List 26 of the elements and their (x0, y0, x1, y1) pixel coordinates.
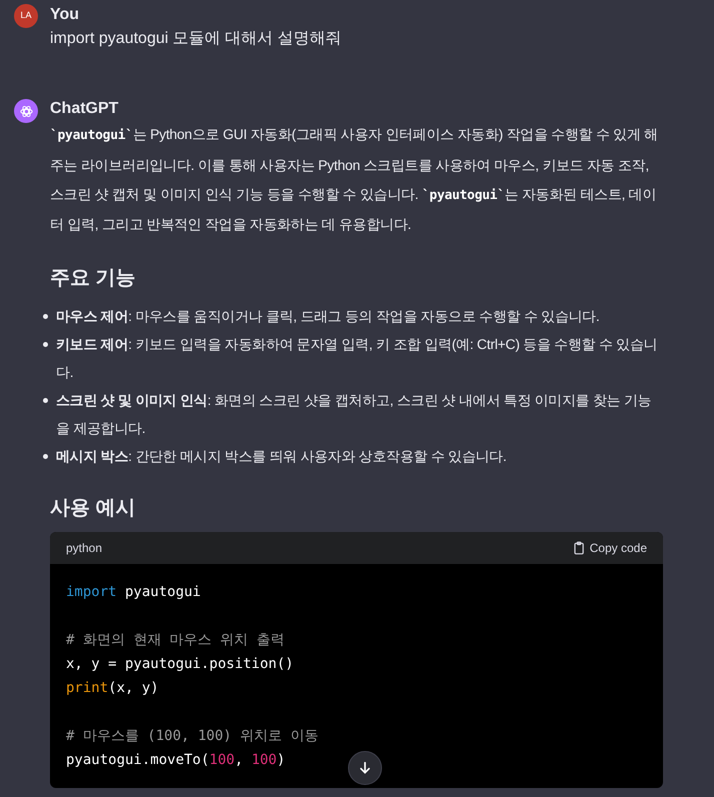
code-line: pyautogui.moveTo(100, 100) (66, 751, 286, 770)
author-name: You (50, 5, 80, 25)
user-avatar: LA (14, 4, 38, 28)
copy-code-button[interactable]: Copy code (572, 539, 647, 558)
arrow-down-icon (357, 760, 373, 776)
code-line: # 화면의 현재 마우스 위치 출력 (66, 631, 285, 650)
feature-item: 스크린 샷 및 이미지 인식: 화면의 스크린 샷을 캡처하고, 스크린 샷 내에서 특정 이미지를 찾는 기능을 제공합니다. (56, 391, 652, 438)
bullet-icon (43, 342, 48, 348)
code-language: python (66, 540, 102, 558)
answer-paragraph: `pyautogui`는 Python으로 GUI 자동화(그래픽 사용자 인터페이스 자동화) 작업을 수행할 수 있게 해주는 라이브러리입니다. 이를 통해 사용자는 Python 스크립트를 사용하여 마우스, 키보드 자동 조작, 스크린 샷 캡처 및 이미지 인식 기능 등을 수행할 수 있습니다. `pyautogui`는 자동화된 테스트, 데이터 입력, 그리고 반복적인 작업을 자동화하는 데 유용합니다. (50, 125, 659, 234)
feature-item: 메시지 박스: 간단한 메시지 박스를 띄워 사용자와 상호작용할 수 있습니다. (56, 447, 506, 466)
section-heading: 사용 예시 (50, 496, 137, 522)
bullet-icon (43, 314, 48, 320)
code-line: print(x, y) (66, 679, 159, 698)
logo-icon (18, 104, 34, 118)
bullet-icon (43, 454, 48, 460)
section-heading: 주요 기능 (50, 266, 137, 292)
bullet-icon (43, 398, 48, 404)
feature-item: 마우스 제어: 마우스를 움직이거나 클릭, 드래그 등의 작업을 자동으로 수행할 수 있습니다. (56, 307, 600, 326)
user-message: import pyautogui 모듈에 대해서 설명해줘 (50, 29, 342, 49)
clipboard-icon (572, 541, 586, 556)
author-name: ChatGPT (50, 99, 120, 119)
code-line: x, y = pyautogui.position() (66, 655, 294, 674)
code-line: import pyautogui (66, 583, 201, 602)
code-line: # 마우스를 (100, 100) 위치로 이동 (66, 727, 318, 746)
feature-item: 키보드 제어: 키보드 입력을 자동화하여 문자열 입력, 키 조합 입력(예: Ctrl+C) 등을 수행할 수 있습니다. (56, 335, 658, 382)
